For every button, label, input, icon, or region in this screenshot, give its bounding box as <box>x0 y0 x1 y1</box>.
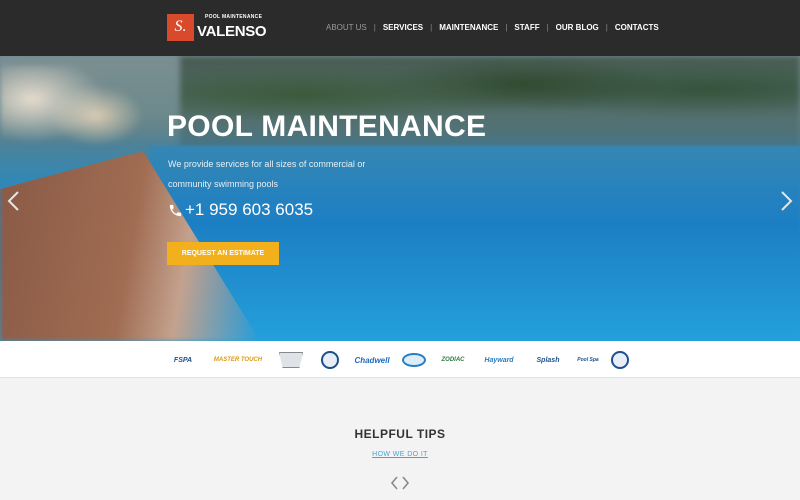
phone-number: +1 959 603 6035 <box>185 200 314 219</box>
partner-logo-hayward[interactable]: Hayward <box>481 350 517 370</box>
hero-title: POOL MAINTENANCE <box>167 110 487 143</box>
tips-carousel-nav <box>390 476 410 490</box>
chevron-right-icon[interactable] <box>401 476 410 490</box>
circle-badge-icon <box>321 351 339 369</box>
section-title: HELPFUL TIPS <box>354 427 446 441</box>
phone-icon <box>169 204 182 216</box>
chevron-right-icon <box>781 191 793 211</box>
hero-description: We provide services for all sizes of com… <box>168 159 366 189</box>
partner-logo-mastertouch[interactable]: MASTER TOUCH <box>210 350 266 370</box>
partner-logo-splash[interactable]: Splash <box>530 350 566 370</box>
shield-badge-icon <box>279 352 303 368</box>
site-header: S. POOL MAINTENANCE VALENSO ABOUT US | S… <box>0 0 800 56</box>
nav-maintenance[interactable]: MAINTENANCE <box>439 23 498 32</box>
chevron-left-icon <box>7 191 19 211</box>
nav-our-blog[interactable]: OUR BLOG <box>556 23 599 32</box>
circle-badge-icon <box>611 351 629 369</box>
nav-contacts[interactable]: CONTACTS <box>615 23 659 32</box>
nav-services[interactable]: SERVICES <box>383 23 423 32</box>
partner-logo-circle[interactable] <box>320 350 340 370</box>
logo-mark: S. <box>167 13 194 41</box>
logo-tagline: POOL MAINTENANCE <box>205 13 263 20</box>
nav-separator: | <box>605 23 608 32</box>
partner-logo-fspa[interactable]: FSPA <box>168 350 198 370</box>
logo-name: VALENSO <box>197 22 267 40</box>
partner-logo-circle-2[interactable] <box>610 350 630 370</box>
hero-slider <box>0 56 800 341</box>
partner-logo-zodiac[interactable]: ZODIAC <box>437 350 469 370</box>
nav-separator: | <box>546 23 549 32</box>
main-nav: ABOUT US | SERVICES | MAINTENANCE | STAF… <box>326 23 659 32</box>
slider-prev-button[interactable] <box>6 190 22 212</box>
slider-next-button[interactable] <box>778 190 794 212</box>
nav-separator: | <box>430 23 433 32</box>
partner-logo-chadwell[interactable]: Chadwell <box>354 350 390 370</box>
chevron-left-icon[interactable] <box>390 476 399 490</box>
nav-about-us[interactable]: ABOUT US <box>326 23 367 32</box>
partner-logos-strip: FSPA MASTER TOUCH Chadwell ZODIAC Haywar… <box>0 341 800 378</box>
nav-separator: | <box>373 23 376 32</box>
partner-logo-shield[interactable] <box>278 350 304 370</box>
nav-separator: | <box>505 23 508 32</box>
partner-logo-poolspa[interactable]: Pool Spa <box>576 350 600 370</box>
hero-phone[interactable]: +1 959 603 6035 <box>168 200 313 220</box>
how-we-do-it-link[interactable]: HOW WE DO IT <box>0 451 800 458</box>
nav-staff[interactable]: STAFF <box>514 23 539 32</box>
partner-logo-oval[interactable] <box>401 350 427 370</box>
logo[interactable]: S. POOL MAINTENANCE VALENSO <box>167 13 267 41</box>
request-estimate-button[interactable]: REQUEST AN ESTIMATE <box>167 242 279 265</box>
logo-wordmark: POOL MAINTENANCE VALENSO <box>197 13 267 40</box>
oval-badge-icon <box>402 353 426 367</box>
